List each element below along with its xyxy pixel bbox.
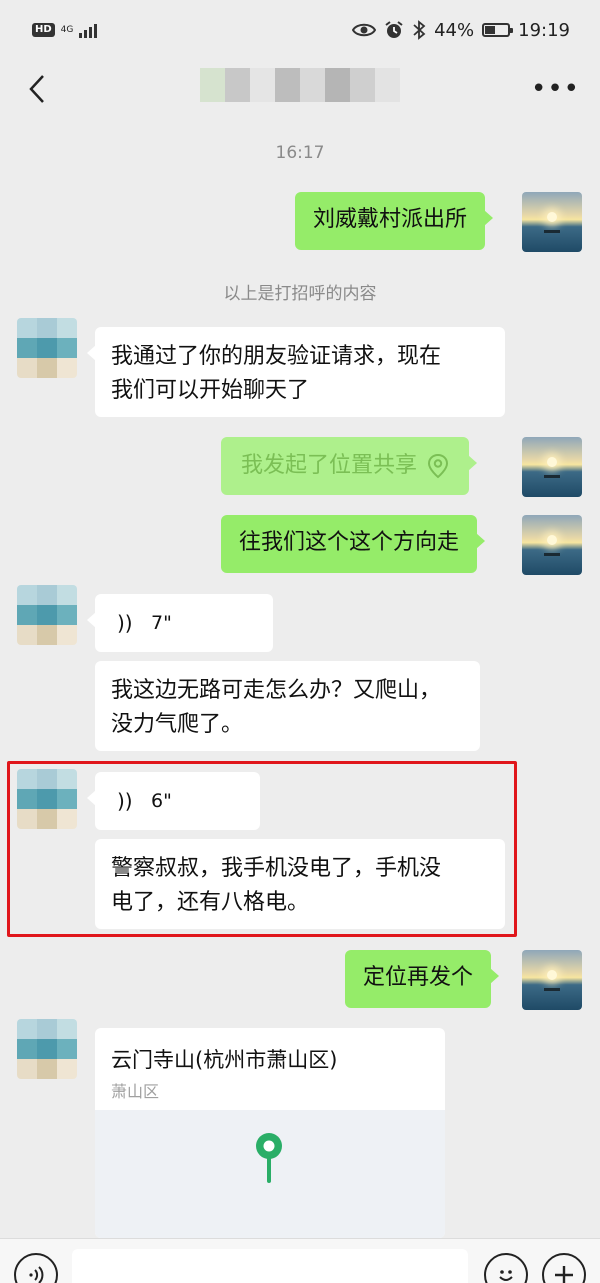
map-pin-icon — [256, 1133, 282, 1183]
message-bubble-outgoing[interactable]: 往我们这个这个方向走 — [221, 515, 486, 573]
battery-fill — [485, 26, 496, 34]
location-map[interactable] — [95, 1110, 445, 1238]
message-bubble-outgoing[interactable]: 定位再发个 — [345, 950, 500, 1008]
more-options-button[interactable]: ••• — [531, 74, 580, 104]
voice-duration: 6" — [151, 790, 172, 812]
chevron-left-icon[interactable] — [20, 72, 60, 106]
chat-title-blurred — [200, 68, 400, 102]
message-text-line: 没力气爬了。 — [111, 712, 244, 737]
plus-icon[interactable] — [542, 1253, 586, 1283]
chat-timestamp: 16:17 — [275, 143, 325, 163]
avatar-contact-blurred[interactable] — [17, 1019, 77, 1079]
message-bubble-incoming[interactable]: 我通过了你的朋友验证请求，现在 我们可以开始聊天了 — [87, 327, 505, 417]
system-message: 以上是打招呼的内容 — [223, 284, 377, 304]
network-indicator: 4G — [60, 24, 74, 35]
avatar-self[interactable] — [522, 515, 582, 575]
input-bar — [0, 1238, 600, 1283]
status-time: 19:19 — [518, 19, 570, 41]
voice-wave-icon: )) — [117, 611, 133, 635]
status-bar: HD 4G 44% 19:19 — [0, 0, 600, 60]
signal-icon — [79, 22, 98, 38]
location-title: 云门寺山(杭州市萧山区) — [111, 1048, 338, 1072]
message-input[interactable] — [72, 1249, 468, 1283]
message-bubble-outgoing[interactable]: 刘威戴村派出所 — [295, 192, 494, 250]
message-text: 定位再发个 — [363, 965, 474, 990]
voice-message-bubble[interactable]: )) 6" — [87, 772, 260, 830]
message-text-line: 警察叔叔，我手机没电了，手机没 — [111, 856, 442, 881]
location-subtitle: 萧山区 — [111, 1082, 160, 1101]
alarm-icon — [385, 21, 403, 38]
message-text-line: 我们可以开始聊天了 — [111, 378, 310, 403]
avatar-self[interactable] — [522, 437, 582, 497]
message-text-line: 我这边无路可走怎么办？又爬山， — [111, 678, 442, 703]
voice-icon[interactable] — [14, 1253, 58, 1283]
bluetooth-icon — [413, 20, 426, 40]
voice-message-bubble[interactable]: )) 7" — [87, 594, 273, 652]
voice-duration: 7" — [151, 612, 172, 634]
avatar-contact-blurred[interactable] — [17, 318, 77, 378]
message-bubble-incoming[interactable]: 我这边无路可走怎么办？又爬山， 没力气爬了。 — [95, 661, 480, 751]
emoji-icon[interactable] — [484, 1253, 528, 1283]
voice-wave-icon: )) — [117, 789, 133, 813]
battery-icon — [482, 23, 514, 37]
message-text: 我发起了位置共享 — [241, 453, 418, 478]
location-share-bubble[interactable]: 我发起了位置共享 — [221, 437, 478, 495]
avatar-contact-blurred[interactable] — [17, 585, 77, 645]
location-pin-icon — [428, 453, 449, 479]
eye-icon — [352, 23, 377, 37]
message-text: 刘威戴村派出所 — [313, 207, 468, 232]
avatar-self[interactable] — [522, 950, 582, 1010]
message-text-line: 电了，还有八格电。 — [111, 890, 310, 915]
message-bubble-incoming[interactable]: 警察叔叔，我手机没电了，手机没 电了，还有八格电。 — [95, 839, 505, 929]
chat-header: ••• — [0, 60, 600, 118]
status-left: HD 4G — [32, 22, 98, 38]
message-text: 往我们这个这个方向走 — [239, 530, 460, 555]
avatar-contact-blurred[interactable] — [17, 769, 77, 829]
hd-badge: HD — [32, 23, 55, 37]
network-type: 4G — [60, 24, 74, 35]
status-right: 44% 19:19 — [352, 20, 570, 41]
avatar-self[interactable] — [522, 192, 582, 252]
message-text-line: 我通过了你的朋友验证请求，现在 — [111, 344, 442, 369]
location-card[interactable]: 云门寺山(杭州市萧山区) 萧山区 — [95, 1028, 445, 1238]
battery-percent: 44% — [434, 19, 475, 41]
